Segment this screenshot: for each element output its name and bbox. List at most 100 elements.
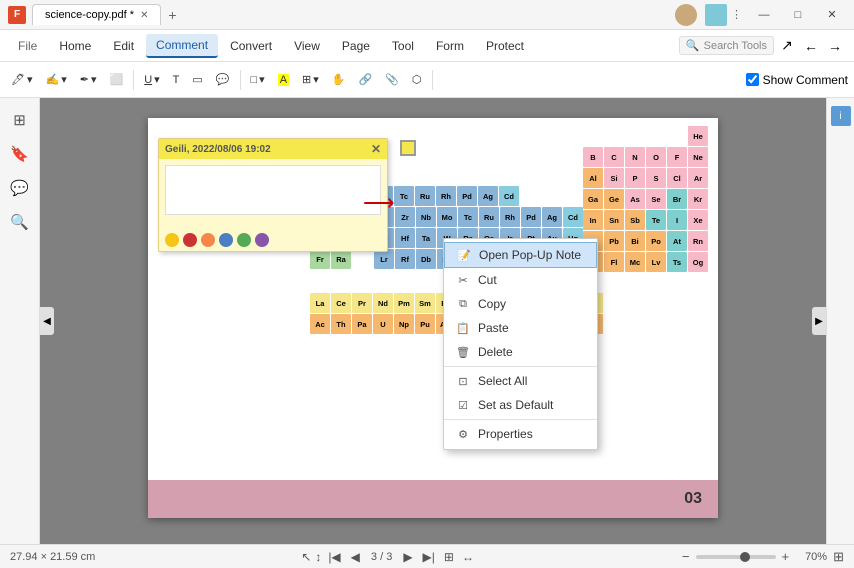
zoom-slider[interactable] — [696, 555, 776, 559]
eraser-icon: ⬜ — [109, 73, 123, 86]
show-comment-checkbox[interactable] — [746, 73, 759, 86]
context-menu-item-delete[interactable]: 🗑 Delete — [444, 340, 597, 364]
toolbar-area-btn[interactable]: ⊞▾ — [297, 70, 324, 89]
element-Th: Th — [331, 314, 351, 334]
toolbar-underline-btn[interactable]: U▾ — [139, 70, 164, 89]
toolbar-attach-btn[interactable]: 📎 — [380, 70, 404, 89]
menu-home[interactable]: Home — [49, 35, 101, 57]
toolbar-shapes-btn[interactable]: □▾ — [246, 70, 270, 89]
stamp-icon: 🖊 — [11, 73, 25, 86]
element-Ru-b: Ru — [415, 186, 435, 206]
toolbar-stamp2-btn[interactable]: ⬡ — [407, 70, 427, 89]
show-comment-control[interactable]: Show Comment — [746, 73, 848, 87]
zoom-in-button[interactable]: + — [782, 549, 790, 564]
collapse-left-button[interactable]: ◀ — [40, 307, 54, 335]
zoom-out-button[interactable]: − — [682, 549, 690, 564]
new-tab-button[interactable]: + — [161, 4, 183, 26]
color-dot-green[interactable] — [237, 233, 251, 247]
menu-protect[interactable]: Protect — [476, 35, 534, 57]
menu-form[interactable]: Form — [426, 35, 474, 57]
text-icon: T — [173, 74, 180, 86]
context-menu-label-paste: Paste — [478, 321, 509, 335]
element-At: At — [667, 231, 687, 251]
context-menu-item-set-default[interactable]: ☑ Set as Default — [444, 393, 597, 417]
sidebar-comment-icon[interactable]: 💬 — [6, 174, 34, 202]
collapse-right-button[interactable]: ▶ — [812, 307, 826, 335]
fit-page-icon[interactable]: ⊞ — [442, 548, 456, 566]
active-tab[interactable]: science-copy.pdf * ✕ — [32, 4, 161, 25]
color-dot-red[interactable] — [183, 233, 197, 247]
context-menu-item-paste[interactable]: 📋 Paste — [444, 316, 597, 340]
sidebar-pages-icon[interactable]: ⊞ — [6, 106, 34, 134]
element-He: He — [688, 126, 708, 146]
toolbar-textbox-btn[interactable]: ▭ — [187, 70, 207, 89]
sidebar-search-icon[interactable]: 🔍 — [6, 208, 34, 236]
menu-page[interactable]: Page — [332, 35, 380, 57]
search-tools-box[interactable]: 🔍 Search Tools — [679, 36, 774, 55]
element-U: U — [373, 314, 393, 334]
menu-convert[interactable]: Convert — [220, 35, 282, 57]
element-O: O — [646, 147, 666, 167]
fullscreen-button[interactable]: ⊞ — [833, 549, 844, 565]
context-menu-item-cut[interactable]: ✂ Cut — [444, 268, 597, 292]
next-page-button[interactable]: ▶ — [400, 549, 415, 565]
sidebar-bookmark-icon[interactable]: 🔖 — [6, 140, 34, 168]
color-dot-orange[interactable] — [201, 233, 215, 247]
element-Nd: Nd — [373, 293, 393, 313]
hand-tool-icon[interactable]: ↕ — [315, 550, 321, 564]
color-dot-yellow[interactable] — [165, 233, 179, 247]
toolbar-callout-btn[interactable]: 💬 — [211, 70, 235, 89]
sticky-note-textarea[interactable] — [165, 165, 381, 215]
toolbar-text-btn[interactable]: T — [168, 71, 185, 89]
arrow-indicator: ⟶ — [363, 190, 395, 216]
more-options-icon[interactable]: ⋮ — [731, 8, 742, 21]
prev-page-button[interactable]: ◀ — [348, 549, 363, 565]
context-menu-item-properties[interactable]: ⚙ Properties — [444, 422, 597, 446]
color-dot-purple[interactable] — [255, 233, 269, 247]
forward-icon[interactable]: → — [824, 35, 846, 57]
menu-comment[interactable]: Comment — [146, 34, 218, 58]
statusbar: 27.94 × 21.59 cm ↖ ↕ |◀ ◀ 3 / 3 ▶ ▶| ⊞ ↔… — [0, 544, 854, 568]
cursor-tool-icon[interactable]: ↖ — [301, 550, 311, 564]
toolbar-highlight-btn[interactable]: A — [273, 71, 294, 89]
element-Ta: Ta — [416, 228, 436, 248]
delete-icon: 🗑 — [456, 345, 470, 359]
minimize-button[interactable]: — — [750, 5, 778, 25]
toolbar-pen-btn[interactable]: ✒▾ — [75, 70, 102, 89]
menu-view[interactable]: View — [284, 35, 330, 57]
first-page-button[interactable]: |◀ — [325, 549, 343, 565]
annotation-pin[interactable] — [400, 140, 416, 156]
zoom-handle[interactable] — [740, 552, 750, 562]
context-menu-item-select-all[interactable]: ⊡ Select All — [444, 369, 597, 393]
menu-tool[interactable]: Tool — [382, 35, 424, 57]
close-button[interactable]: ✕ — [818, 5, 846, 25]
toolbar-handwrite-btn[interactable]: ✍▾ — [41, 70, 72, 89]
element-Se: Se — [646, 189, 666, 209]
toolbar-eraser-btn[interactable]: ⬜ — [104, 70, 128, 89]
element-Lv: Lv — [646, 252, 666, 272]
element-Ne: Ne — [688, 147, 708, 167]
color-dot-blue[interactable] — [219, 233, 233, 247]
context-menu-sep-2 — [444, 419, 597, 420]
toolbar-stamp-btn[interactable]: 🖊 ▾ — [6, 70, 38, 89]
right-panel-icon[interactable]: i — [831, 106, 851, 126]
maximize-button[interactable]: □ — [784, 5, 812, 25]
page-footer-bar: 03 — [148, 480, 718, 518]
sticky-note-close-button[interactable]: ✕ — [371, 142, 381, 156]
toolbar: 🖊 ▾ ✍▾ ✒▾ ⬜ U▾ T ▭ 💬 □▾ A ⊞▾ ✋ 🔗 📎 ⬡ — [0, 62, 854, 98]
context-menu-item-open-popup[interactable]: 📝 Open Pop-Up Note — [444, 242, 597, 268]
back-icon[interactable]: ← — [800, 35, 822, 57]
context-menu-item-copy[interactable]: ⧉ Copy — [444, 292, 597, 316]
stamp-label: ▾ — [27, 73, 33, 86]
menu-file[interactable]: File — [8, 35, 47, 57]
menu-edit[interactable]: Edit — [103, 35, 144, 57]
element-Pr: Pr — [352, 293, 372, 313]
external-link-icon[interactable]: ↗ — [776, 35, 798, 57]
last-page-button[interactable]: ▶| — [420, 549, 438, 565]
fit-width-icon[interactable]: ↔ — [460, 548, 476, 566]
right-panel-symbol: i — [839, 111, 841, 122]
toolbar-link-btn[interactable]: 🔗 — [354, 70, 378, 89]
tab-close-button[interactable]: ✕ — [140, 10, 148, 21]
toolbar-hand-btn[interactable]: ✋ — [327, 70, 351, 89]
element-Bi: Bi — [625, 231, 645, 251]
